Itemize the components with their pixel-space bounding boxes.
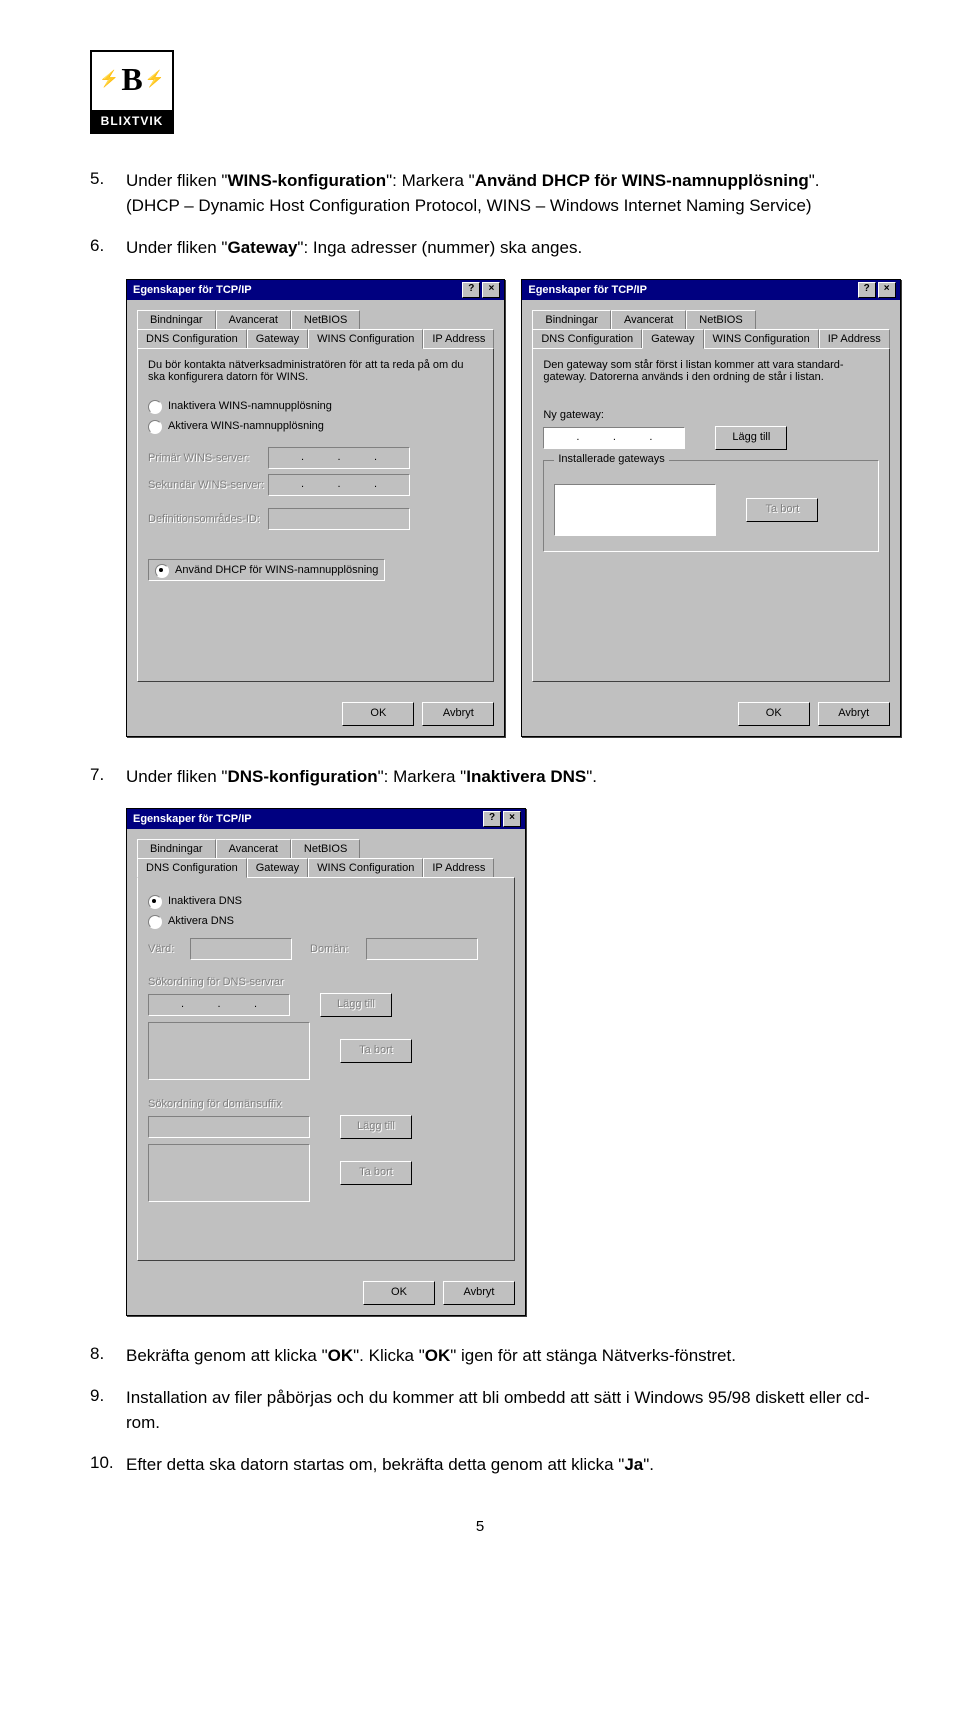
tab-gateway[interactable]: Gateway <box>247 329 308 348</box>
tab-netbios[interactable]: NetBIOS <box>686 310 755 329</box>
step-number: 8. <box>90 1344 126 1369</box>
dialog-title: Egenskaper för TCP/IP <box>528 284 855 296</box>
tab-bindningar[interactable]: Bindningar <box>532 310 611 329</box>
tab-avancerat[interactable]: Avancerat <box>611 310 686 329</box>
step-7-text: Under fliken "DNS-konfiguration": Marker… <box>126 765 870 790</box>
step-number: 10. <box>90 1453 126 1478</box>
step-5-text: Under fliken "WINS-konfiguration": Marke… <box>126 169 870 218</box>
radio-enable-wins[interactable] <box>148 420 162 434</box>
tab-dns[interactable]: DNS Configuration <box>137 858 247 878</box>
dialog-wins: Egenskaper för TCP/IP ? × Bindningar Ava… <box>126 279 505 737</box>
tab-wins[interactable]: WINS Configuration <box>308 329 423 349</box>
remove-button[interactable]: Ta bort <box>340 1161 412 1185</box>
cancel-button[interactable]: Avbryt <box>818 702 890 726</box>
ok-button[interactable]: OK <box>342 702 414 726</box>
domain-label: Domän: <box>310 943 366 955</box>
titlebar: Egenskaper för TCP/IP ? × <box>127 809 525 829</box>
step-number: 5. <box>90 169 126 218</box>
dns-server-order-label: Sökordning för DNS-servrar <box>148 976 504 988</box>
domain-suffix-order-label: Sökordning för domänsuffix <box>148 1098 504 1110</box>
ok-button[interactable]: OK <box>363 1281 435 1305</box>
remove-button[interactable]: Ta bort <box>746 498 818 522</box>
cancel-button[interactable]: Avbryt <box>422 702 494 726</box>
secondary-wins-input[interactable]: ... <box>268 474 410 496</box>
add-button[interactable]: Lägg till <box>715 426 787 450</box>
tab-strip: Bindningar Avancerat NetBIOS DNS Configu… <box>137 310 494 682</box>
step-6-text: Under fliken "Gateway": Inga adresser (n… <box>126 236 870 261</box>
host-label: Värd: <box>148 943 190 955</box>
tab-netbios[interactable]: NetBIOS <box>291 310 360 329</box>
tab-netbios[interactable]: NetBIOS <box>291 839 360 858</box>
brand-logo: ⚡B⚡ BLIXTVIK <box>90 50 174 134</box>
step-8-text: Bekräfta genom att klicka "OK". Klicka "… <box>126 1344 870 1369</box>
cancel-button[interactable]: Avbryt <box>443 1281 515 1305</box>
dns-server-input[interactable]: ... <box>148 994 290 1016</box>
step-10-text: Efter detta ska datorn startas om, bekrä… <box>126 1453 870 1478</box>
add-button[interactable]: Lägg till <box>320 993 392 1017</box>
scope-id-input[interactable] <box>268 508 410 530</box>
radio-disable-dns[interactable] <box>148 895 162 909</box>
scope-id-label: Definitionsområdes-ID: <box>148 513 268 525</box>
tab-strip: Bindningar Avancerat NetBIOS DNS Configu… <box>532 310 889 682</box>
step-number: 7. <box>90 765 126 790</box>
tab-wins[interactable]: WINS Configuration <box>704 329 819 348</box>
step-9-text: Installation av filer påbörjas och du ko… <box>126 1386 870 1435</box>
help-icon[interactable]: ? <box>858 282 876 298</box>
help-icon[interactable]: ? <box>462 282 480 298</box>
new-gateway-label: Ny gateway: <box>543 409 878 421</box>
wins-intro: Du bör kontakta nätverksadministratören … <box>148 359 483 383</box>
dns-server-list[interactable] <box>148 1022 310 1080</box>
radio-disable-wins[interactable] <box>148 400 162 414</box>
tab-ip[interactable]: IP Address <box>423 858 494 877</box>
new-gateway-input[interactable]: ... <box>543 427 685 449</box>
add-button[interactable]: Lägg till <box>340 1115 412 1139</box>
close-icon[interactable]: × <box>878 282 896 298</box>
tab-ip[interactable]: IP Address <box>819 329 890 348</box>
tab-bindningar[interactable]: Bindningar <box>137 839 216 858</box>
ok-button[interactable]: OK <box>738 702 810 726</box>
titlebar: Egenskaper för TCP/IP ? × <box>522 280 899 300</box>
host-input[interactable] <box>190 938 292 960</box>
tab-ip[interactable]: IP Address <box>423 329 494 348</box>
page-number: 5 <box>90 1518 870 1535</box>
radio-enable-dns[interactable] <box>148 915 162 929</box>
tab-avancerat[interactable]: Avancerat <box>216 839 291 858</box>
close-icon[interactable]: × <box>503 811 521 827</box>
tab-dns[interactable]: DNS Configuration <box>532 329 642 348</box>
domain-input[interactable] <box>366 938 478 960</box>
tab-wins[interactable]: WINS Configuration <box>308 858 423 877</box>
step-number: 6. <box>90 236 126 261</box>
tab-gateway[interactable]: Gateway <box>247 858 308 877</box>
tab-bindningar[interactable]: Bindningar <box>137 310 216 329</box>
dialog-title: Egenskaper för TCP/IP <box>133 284 460 296</box>
help-icon[interactable]: ? <box>483 811 501 827</box>
domain-suffix-input[interactable] <box>148 1116 310 1138</box>
installed-gateways-label: Installerade gateways <box>554 453 668 465</box>
tab-avancerat[interactable]: Avancerat <box>216 310 291 329</box>
installed-gateways-list[interactable] <box>554 484 716 536</box>
radio-dhcp-wins[interactable] <box>155 564 169 578</box>
step-number: 9. <box>90 1386 126 1435</box>
dialog-dns: Egenskaper för TCP/IP ? × Bindningar Ava… <box>126 808 526 1316</box>
domain-suffix-list[interactable] <box>148 1144 310 1202</box>
dialog-title: Egenskaper för TCP/IP <box>133 813 481 825</box>
gateway-intro: Den gateway som står först i listan komm… <box>543 359 878 383</box>
tab-strip: Bindningar Avancerat NetBIOS DNS Configu… <box>137 839 515 1261</box>
primary-wins-label: Primär WINS-server: <box>148 452 268 464</box>
primary-wins-input[interactable]: ... <box>268 447 410 469</box>
remove-button[interactable]: Ta bort <box>340 1039 412 1063</box>
secondary-wins-label: Sekundär WINS-server: <box>148 479 268 491</box>
dialog-gateway: Egenskaper för TCP/IP ? × Bindningar Ava… <box>521 279 900 737</box>
tab-dns[interactable]: DNS Configuration <box>137 329 247 348</box>
close-icon[interactable]: × <box>482 282 500 298</box>
tab-gateway[interactable]: Gateway <box>642 329 703 349</box>
titlebar: Egenskaper för TCP/IP ? × <box>127 280 504 300</box>
brand-name: BLIXTVIK <box>92 110 172 132</box>
